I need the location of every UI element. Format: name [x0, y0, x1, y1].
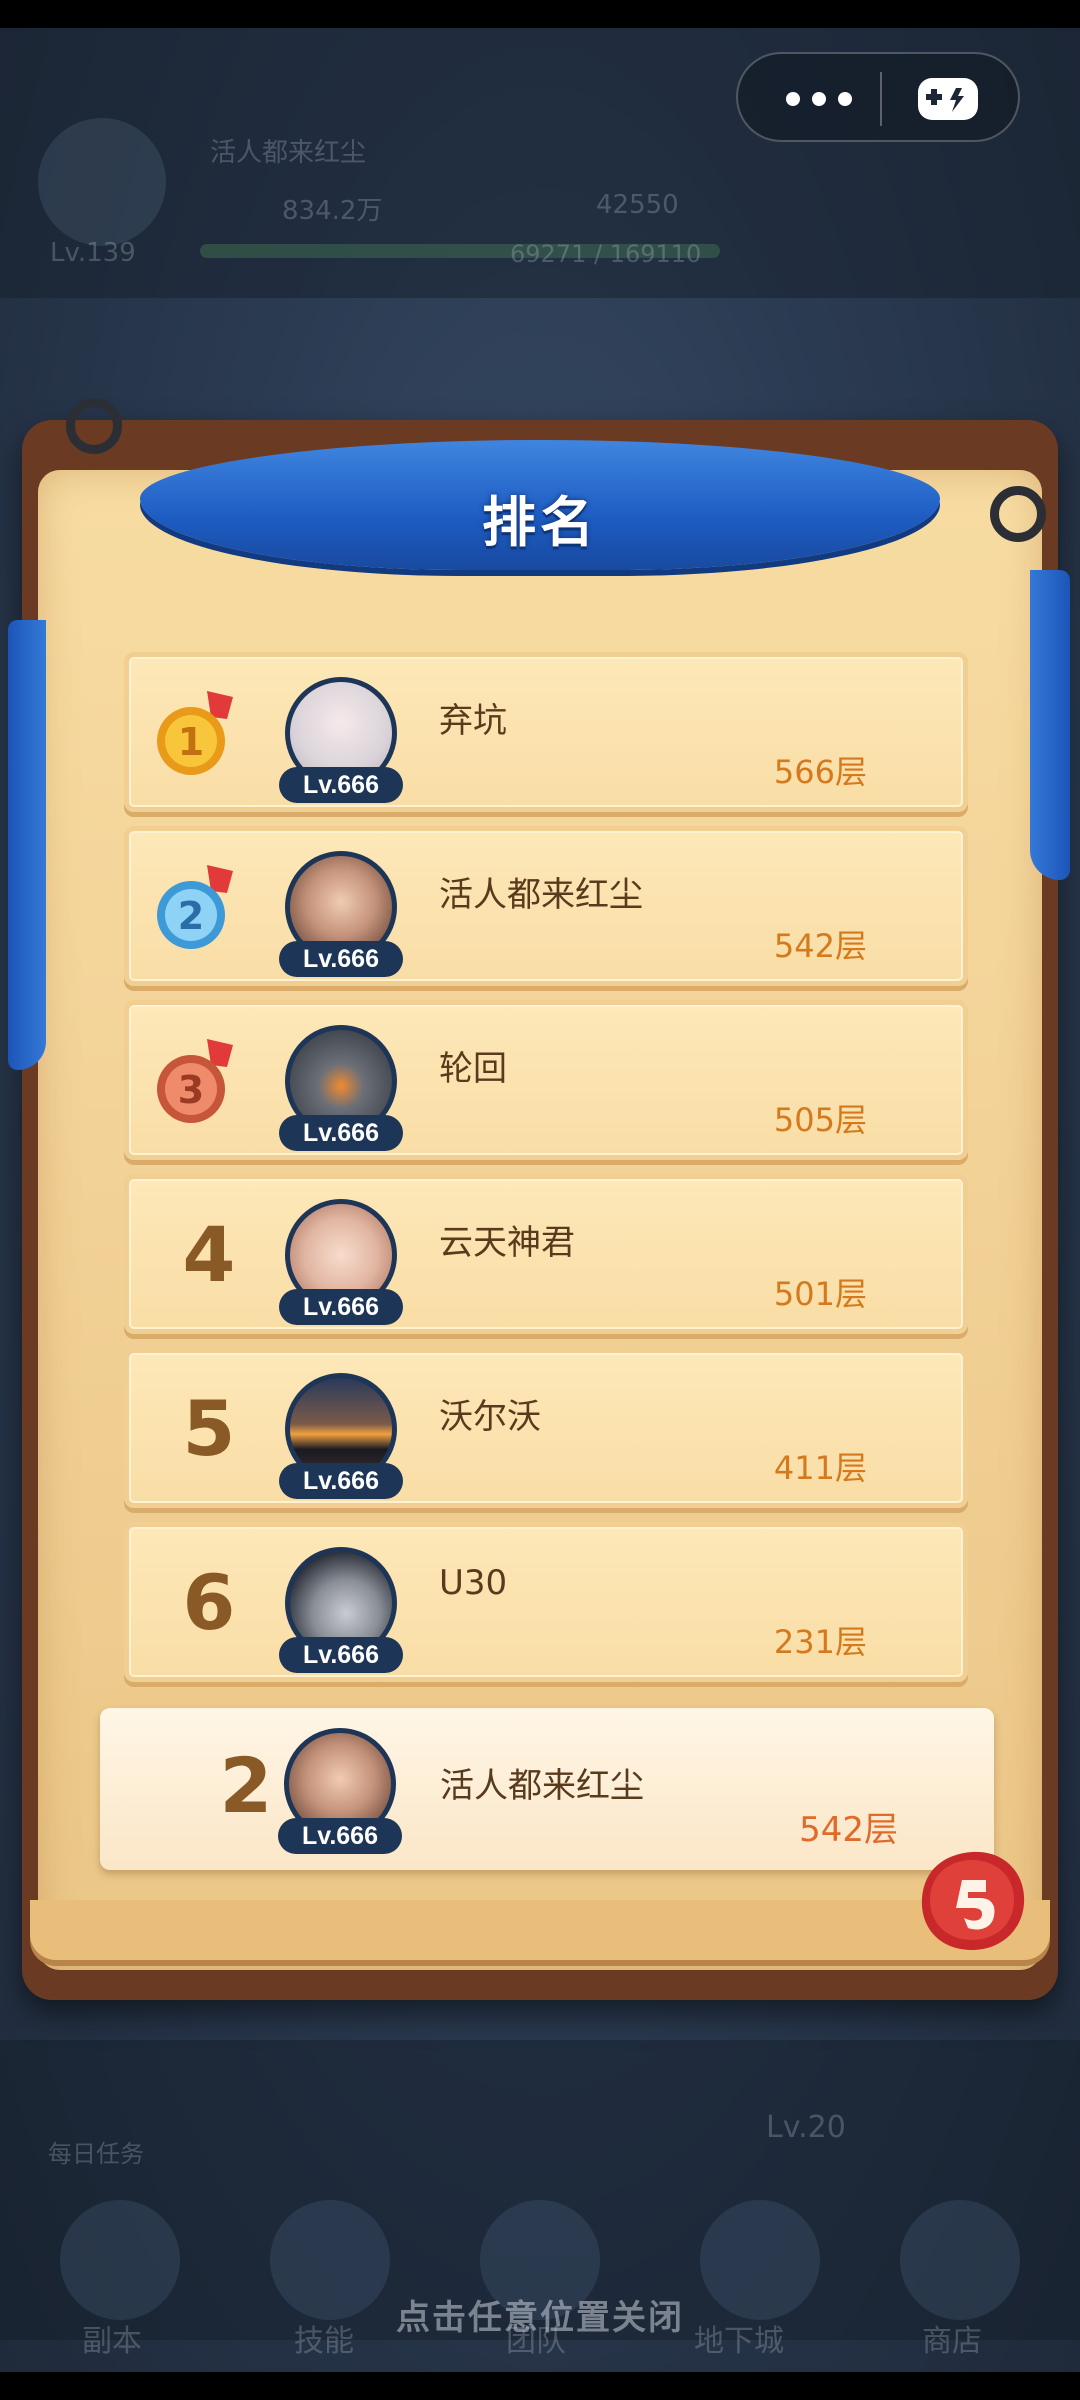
player-name: 沃尔沃	[439, 1397, 541, 1437]
mini-program-capsule	[736, 52, 1020, 142]
svg-text:1: 1	[178, 720, 204, 764]
navigation-bar	[0, 2372, 1080, 2400]
capsule-divider	[880, 72, 882, 126]
ranking-row: 4 Lv.666 云天神君 501层	[124, 1174, 968, 1334]
player-name: 弃坑	[439, 701, 507, 741]
bronze-medal-icon: 3	[149, 1031, 249, 1131]
ranking-row: 1 Lv.666 弃坑 566层	[124, 652, 968, 812]
ranking-title: 排名	[482, 491, 598, 554]
silver-medal-icon: 2	[149, 857, 249, 957]
background-exp: 69271 / 169110	[510, 240, 702, 268]
svg-text:3: 3	[178, 1068, 204, 1112]
floors-reached: 542层	[773, 927, 867, 965]
ranking-row: 6 Lv.666 U30 231层	[124, 1522, 968, 1682]
floors-reached: 411层	[773, 1449, 867, 1487]
player-level-badge: Lv.666	[279, 767, 403, 803]
player-avatar[interactable]: Lv.666	[279, 1373, 409, 1503]
floors-reached: 505层	[773, 1101, 867, 1139]
background-daily-label: 每日任务	[48, 2140, 144, 2168]
parchment-bottom-edge	[30, 1900, 1050, 1960]
player-level-badge: Lv.666	[279, 941, 403, 977]
my-avatar[interactable]: Lv.666	[278, 1728, 408, 1858]
player-name: 轮回	[439, 1049, 507, 1089]
player-level-badge: Lv.666	[279, 1463, 403, 1499]
player-avatar[interactable]: Lv.666	[279, 1199, 409, 1329]
my-ranking-row: 2 Lv.666 活人都来红尘 542层	[100, 1708, 994, 1870]
player-avatar[interactable]: Lv.666	[279, 1547, 409, 1677]
close-hint-text[interactable]: 点击任意位置关闭	[0, 2290, 1080, 2339]
return-arrow-icon[interactable]	[914, 1846, 1030, 1956]
player-avatar[interactable]: Lv.666	[279, 1025, 409, 1155]
player-level-badge: Lv.666	[279, 1637, 403, 1673]
status-bar	[0, 0, 1080, 28]
banner-ribbon-right	[1030, 570, 1070, 880]
rank-number: 4	[182, 1210, 236, 1299]
board-ring-icon	[66, 398, 122, 454]
ranking-row: 3 Lv.666 轮回 505层	[124, 1000, 968, 1160]
background-gold: 834.2万	[282, 196, 383, 226]
gold-medal-icon: 1	[149, 683, 249, 783]
ranking-row: 5 Lv.666 沃尔沃 411层	[124, 1348, 968, 1508]
player-level-badge: Lv.666	[279, 1289, 403, 1325]
my-player-name: 活人都来红尘	[440, 1766, 644, 1806]
my-floors-reached: 542层	[799, 1810, 898, 1850]
floors-reached: 231层	[773, 1623, 867, 1661]
my-level-badge: Lv.666	[278, 1818, 402, 1854]
background-right-level: Lv.20	[766, 2110, 846, 2145]
banner-ribbon-left	[8, 620, 46, 1070]
player-level-badge: Lv.666	[279, 1115, 403, 1151]
background-player-name: 活人都来红尘	[210, 138, 367, 168]
background-gems: 42550	[596, 190, 679, 220]
player-avatar[interactable]: Lv.666	[279, 851, 409, 981]
background-avatar	[38, 118, 166, 246]
floors-reached: 501层	[773, 1275, 867, 1313]
board-ring-icon	[990, 486, 1046, 542]
player-name: U30	[439, 1563, 508, 1603]
player-name: 活人都来红尘	[439, 875, 643, 915]
ranking-row: 2 Lv.666 活人都来红尘 542层	[124, 826, 968, 986]
player-avatar[interactable]: Lv.666	[279, 677, 409, 807]
player-name: 云天神君	[439, 1223, 575, 1263]
gamepad-icon[interactable]	[910, 72, 986, 126]
rank-number: 6	[182, 1558, 236, 1647]
background-level: Lv.139	[50, 238, 136, 268]
floors-reached: 566层	[773, 753, 867, 791]
rank-number: 5	[182, 1384, 236, 1473]
svg-text:2: 2	[178, 894, 204, 938]
more-dots-icon[interactable]	[774, 74, 864, 124]
